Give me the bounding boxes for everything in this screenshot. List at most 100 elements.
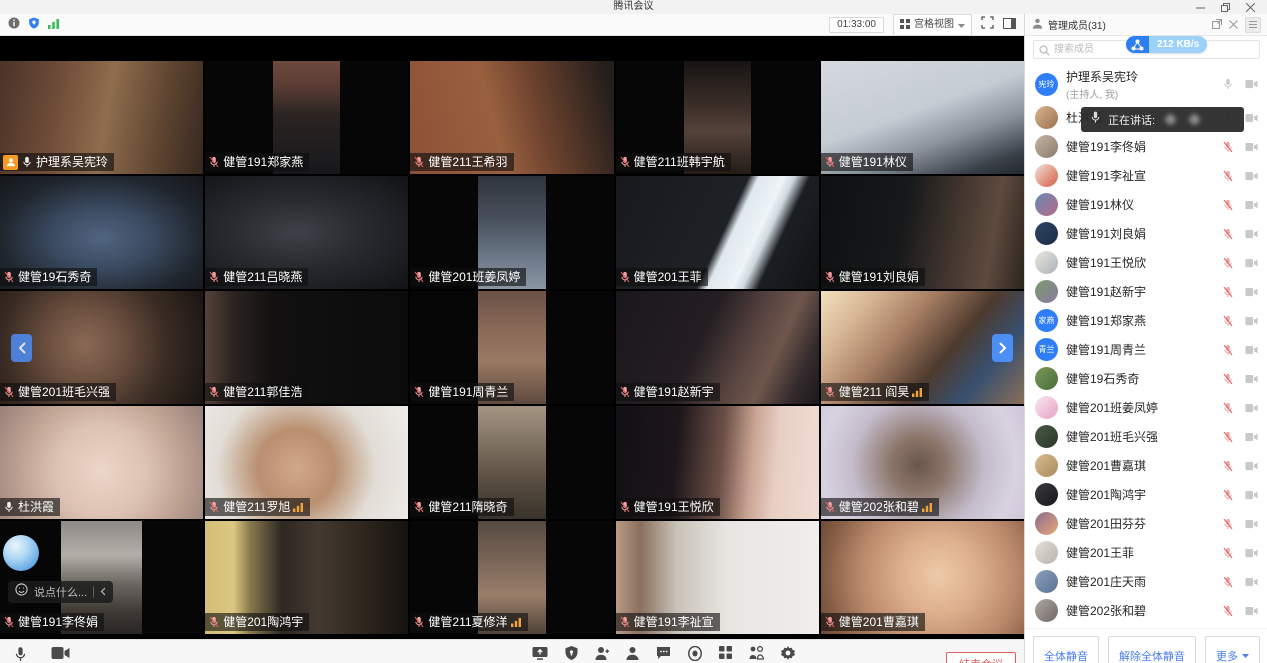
video-tile[interactable]: 健管211隋晓奇 bbox=[410, 406, 613, 519]
video-tile[interactable]: 杜洪霞 bbox=[0, 406, 203, 519]
video-tile[interactable]: 健管211班韩宇航 bbox=[616, 61, 819, 174]
mic-muted-icon[interactable] bbox=[1222, 315, 1234, 327]
microphone-icon[interactable] bbox=[14, 646, 27, 663]
end-meeting-button[interactable]: 结束会议 bbox=[946, 652, 1016, 663]
side-panel-toggle-icon[interactable] bbox=[1003, 16, 1016, 34]
mic-on-icon[interactable] bbox=[1222, 78, 1234, 90]
member-row[interactable]: 健管19石秀奇 bbox=[1025, 364, 1267, 393]
next-page-arrow[interactable] bbox=[992, 334, 1013, 362]
member-row[interactable]: 健管191李祉宣 bbox=[1025, 161, 1267, 190]
camera-icon[interactable] bbox=[1245, 287, 1258, 297]
mic-muted-icon[interactable] bbox=[1222, 170, 1234, 182]
video-tile[interactable]: 健管211罗旭 bbox=[205, 406, 408, 519]
mic-muted-icon[interactable] bbox=[1222, 344, 1234, 356]
invite-icon[interactable] bbox=[595, 646, 609, 661]
member-row[interactable]: 健管201庄天雨 bbox=[1025, 567, 1267, 596]
fullscreen-icon[interactable] bbox=[981, 16, 994, 34]
camera-icon[interactable] bbox=[1245, 345, 1258, 355]
video-tile[interactable]: 健管211夏修洋 bbox=[410, 521, 613, 634]
video-tile[interactable]: 健管201王菲 bbox=[616, 176, 819, 289]
member-row[interactable]: 健管201陶鸿宇 bbox=[1025, 480, 1267, 509]
close-button[interactable] bbox=[1246, 3, 1255, 12]
member-row[interactable]: 健管191林仪 bbox=[1025, 190, 1267, 219]
member-row[interactable]: 健管191李佟娟 bbox=[1025, 132, 1267, 161]
mic-muted-icon[interactable] bbox=[1222, 460, 1234, 472]
camera-icon[interactable] bbox=[1245, 461, 1258, 471]
video-tile[interactable]: 护理系吴宪玲 bbox=[0, 61, 203, 174]
mic-muted-icon[interactable] bbox=[1222, 547, 1234, 559]
camera-icon[interactable] bbox=[1245, 432, 1258, 442]
camera-icon[interactable] bbox=[1245, 316, 1258, 326]
security-shield-icon[interactable] bbox=[28, 16, 40, 34]
video-tile[interactable]: 健管211郭佳浩 bbox=[205, 291, 408, 404]
camera-icon[interactable] bbox=[1245, 606, 1258, 616]
mute-all-button[interactable]: 全体静音 bbox=[1033, 636, 1099, 663]
close-panel-icon[interactable] bbox=[1229, 16, 1238, 34]
video-tile[interactable]: 健管191周青兰 bbox=[410, 291, 613, 404]
camera-icon[interactable] bbox=[1245, 142, 1258, 152]
members-icon[interactable] bbox=[626, 646, 639, 661]
mic-muted-icon[interactable] bbox=[1222, 228, 1234, 240]
mic-muted-icon[interactable] bbox=[1222, 286, 1234, 298]
member-row[interactable]: 健管191赵新宇 bbox=[1025, 277, 1267, 306]
view-mode-selector[interactable]: 宫格视图 bbox=[893, 14, 972, 36]
floating-ball[interactable] bbox=[3, 535, 39, 571]
member-row[interactable]: 健管201曹嘉琪 bbox=[1025, 451, 1267, 480]
pop-out-panel-icon[interactable] bbox=[1212, 16, 1222, 34]
video-tile[interactable]: 健管211吕晓燕 bbox=[205, 176, 408, 289]
mic-muted-icon[interactable] bbox=[1222, 576, 1234, 588]
video-tile[interactable]: 健管191王悦欣 bbox=[616, 406, 819, 519]
member-row[interactable]: 健管191刘良娟 bbox=[1025, 219, 1267, 248]
camera-icon[interactable] bbox=[1245, 113, 1258, 123]
meeting-info-icon[interactable] bbox=[8, 16, 20, 34]
member-row[interactable]: 健管201田芬芬 bbox=[1025, 509, 1267, 538]
camera-icon[interactable] bbox=[1245, 171, 1258, 181]
video-tile[interactable]: 健管202张和碧 bbox=[821, 406, 1024, 519]
camera-icon[interactable] bbox=[1245, 519, 1258, 529]
collapse-chat-icon[interactable] bbox=[100, 583, 106, 601]
video-tile[interactable]: 健管191郑家燕 bbox=[205, 61, 408, 174]
camera-icon[interactable] bbox=[1245, 490, 1258, 500]
camera-icon[interactable] bbox=[1245, 79, 1258, 89]
unmute-all-button[interactable]: 解除全体静音 bbox=[1108, 636, 1196, 663]
security-icon[interactable] bbox=[565, 646, 578, 661]
member-row[interactable]: 青兰健管191周青兰 bbox=[1025, 335, 1267, 364]
member-row[interactable]: 健管201班毛兴强 bbox=[1025, 422, 1267, 451]
emoji-icon[interactable] bbox=[15, 583, 28, 601]
mic-muted-icon[interactable] bbox=[1222, 431, 1234, 443]
mic-muted-icon[interactable] bbox=[1222, 605, 1234, 617]
mic-muted-icon[interactable] bbox=[1222, 402, 1234, 414]
settings-gear-icon[interactable] bbox=[781, 646, 795, 660]
previous-page-arrow[interactable] bbox=[11, 334, 32, 362]
camera-icon[interactable] bbox=[51, 646, 70, 660]
video-tile[interactable]: 健管191刘良娟 bbox=[821, 176, 1024, 289]
video-tile[interactable]: 健管191李祉宣 bbox=[616, 521, 819, 634]
member-row[interactable]: 宪玲护理系吴宪玲(主持人, 我) bbox=[1025, 65, 1267, 103]
mic-muted-icon[interactable] bbox=[1222, 518, 1234, 530]
mic-muted-icon[interactable] bbox=[1222, 373, 1234, 385]
camera-icon[interactable] bbox=[1245, 229, 1258, 239]
panel-menu-icon[interactable] bbox=[1245, 17, 1261, 33]
member-row[interactable]: 健管201王菲 bbox=[1025, 538, 1267, 567]
member-row[interactable]: 健管191王悦欣 bbox=[1025, 248, 1267, 277]
mic-muted-icon[interactable] bbox=[1222, 141, 1234, 153]
video-tile[interactable]: 健管201曹嘉琪 bbox=[821, 521, 1024, 634]
camera-icon[interactable] bbox=[1245, 258, 1258, 268]
more-button[interactable]: 更多 bbox=[1205, 636, 1260, 663]
minimize-button[interactable] bbox=[1196, 3, 1205, 12]
video-tile[interactable]: 健管191林仪 bbox=[821, 61, 1024, 174]
mic-muted-icon[interactable] bbox=[1222, 489, 1234, 501]
member-row[interactable]: 健管202张和碧 bbox=[1025, 596, 1267, 625]
network-quality-icon[interactable] bbox=[48, 16, 60, 34]
video-tile[interactable]: 健管201陶鸿宇 bbox=[205, 521, 408, 634]
video-tile[interactable]: 健管191赵新宇 bbox=[616, 291, 819, 404]
camera-icon[interactable] bbox=[1245, 200, 1258, 210]
chat-input-placeholder[interactable]: 说点什么... bbox=[34, 584, 87, 600]
share-screen-icon[interactable] bbox=[532, 646, 548, 660]
video-tile[interactable]: 健管211王希羽 bbox=[410, 61, 613, 174]
mic-muted-icon[interactable] bbox=[1222, 199, 1234, 211]
video-tile[interactable]: 健管201班姜凤婷 bbox=[410, 176, 613, 289]
member-row[interactable]: 健管201班姜凤婷 bbox=[1025, 393, 1267, 422]
camera-icon[interactable] bbox=[1245, 577, 1258, 587]
camera-icon[interactable] bbox=[1245, 374, 1258, 384]
